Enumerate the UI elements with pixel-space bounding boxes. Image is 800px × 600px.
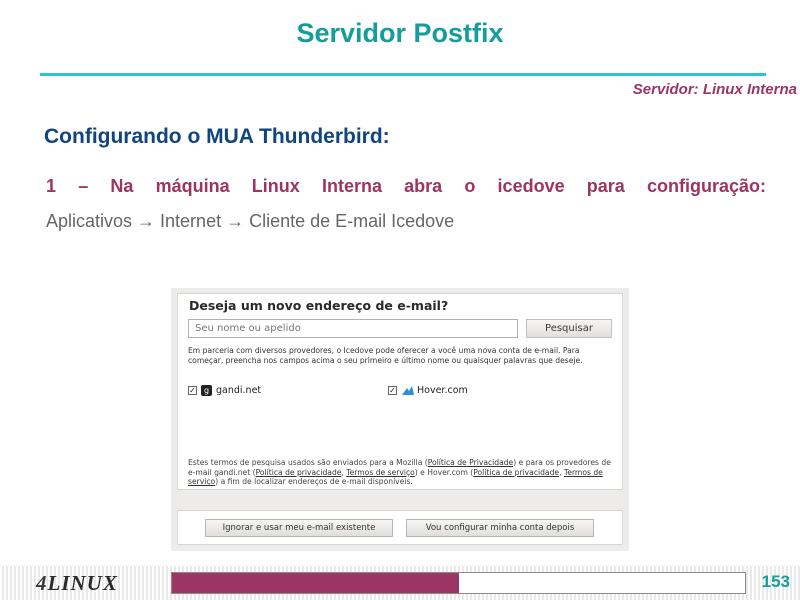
name-search-input[interactable]: [188, 319, 518, 338]
icedove-dialog-screenshot: Deseja um novo endereço de e-mail? Pesqu…: [171, 288, 629, 551]
gandi-terms-link[interactable]: Termos de serviço: [346, 468, 415, 477]
gandi-logo-icon: g: [201, 385, 212, 396]
title-divider: [40, 73, 766, 76]
menu-path: Aplicativos → Internet → Cliente de E-ma…: [46, 211, 455, 231]
4linux-logo: 4LINUX: [36, 571, 118, 595]
new-email-panel: Deseja um novo endereço de e-mail? Pesqu…: [177, 293, 623, 490]
section-heading: Configurando o MUA Thunderbird:: [44, 125, 390, 148]
use-existing-email-button[interactable]: Ignorar e usar meu e-mail existente: [205, 519, 393, 537]
gandi-checkbox[interactable]: ✓: [188, 386, 197, 395]
hover-privacy-link[interactable]: Política de privacidade: [473, 468, 559, 477]
search-button[interactable]: Pesquisar: [526, 319, 612, 338]
dialog-button-bar: Ignorar e usar meu e-mail existente Vou …: [177, 510, 623, 545]
slide-title: Servidor Postfix: [296, 18, 504, 48]
gandi-privacy-link[interactable]: Política de privacidade: [256, 468, 342, 477]
page-number: 153: [761, 572, 790, 591]
provider-gandi[interactable]: ✓ g gandi.net: [188, 385, 261, 396]
hover-logo-icon: [402, 386, 414, 395]
configure-later-button[interactable]: Vou configurar minha conta depois: [406, 519, 594, 537]
intro-text: Em parceria com diversos provedores, o I…: [188, 346, 583, 365]
server-subtitle: Servidor: Linux Interna: [632, 81, 797, 98]
dialog-title: Deseja um novo endereço de e-mail?: [189, 298, 449, 313]
step-instruction: 1 – Na máquina Linux Interna abra o iced…: [46, 176, 766, 196]
privacy-link[interactable]: Política de Privacidade: [428, 458, 514, 467]
terms-text: Estes termos de pesquisa usados são envi…: [188, 458, 611, 487]
provider-hover[interactable]: ✓ Hover.com: [388, 385, 468, 396]
provider-name: gandi.net: [216, 385, 262, 396]
hover-checkbox[interactable]: ✓: [388, 386, 397, 395]
provider-name: Hover.com: [417, 385, 468, 396]
progress-fill: [172, 573, 459, 593]
slide-progress-bar: [171, 572, 746, 594]
